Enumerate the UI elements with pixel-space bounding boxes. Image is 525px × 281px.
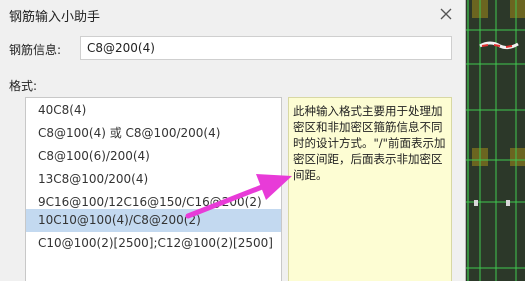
rebar-input-dialog: 钢筋输入小助手 钢筋信息: C8@200(4) 格式: 40C8(4) C8@1… (0, 0, 466, 281)
close-button[interactable] (432, 3, 460, 25)
format-label: 格式: (9, 79, 38, 93)
list-item-selected[interactable]: 10C10@100(4)/C8@200(2) (26, 209, 281, 232)
list-item[interactable]: C10@100(2)[2500];C12@100(2)[2500] (26, 232, 281, 255)
list-item[interactable]: C8@100(6)/200(4) (26, 145, 281, 168)
rebar-info-input[interactable]: C8@200(4) (80, 36, 452, 60)
list-item[interactable]: C8@100(4) 或 C8@100/200(4) (26, 122, 281, 145)
cad-drawing (466, 0, 525, 281)
rebar-info-label: 钢筋信息: (9, 43, 62, 57)
format-description: 此种输入格式主要用于处理加密区和非加密区箍筋信息不同时的设计方式。"/"前面表示… (288, 97, 452, 281)
list-item[interactable]: 40C8(4) (26, 99, 281, 122)
cad-drawing-background (466, 0, 525, 281)
close-icon (440, 8, 452, 20)
dialog-title: 钢筋输入小助手 (9, 10, 101, 25)
format-list[interactable]: 40C8(4) C8@100(4) 或 C8@100/200(4) C8@100… (25, 97, 282, 281)
list-item[interactable]: 13C8@100/200(4) (26, 168, 281, 191)
